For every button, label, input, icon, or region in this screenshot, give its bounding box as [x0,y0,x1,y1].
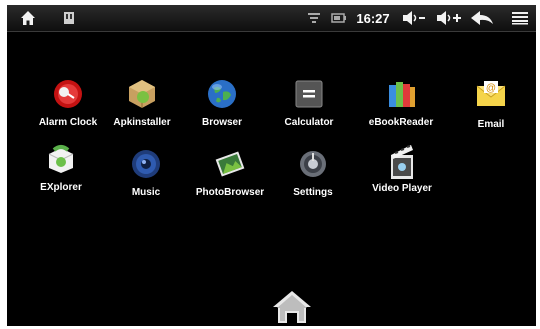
svg-text:@: @ [486,83,496,94]
app-label: Apkinstaller [113,117,171,128]
app-music[interactable]: Music [103,147,189,198]
app-video-player[interactable]: Video Player [359,141,445,194]
home-button[interactable] [271,289,313,325]
app-label: EXplorer [40,182,82,193]
alarm-clock-icon [51,77,85,111]
app-label: Browser [201,117,242,128]
package-icon [125,77,159,111]
battery-icon [329,8,349,28]
app-label: Settings [293,187,333,198]
app-explorer[interactable]: EXplorer [18,142,104,193]
app-settings[interactable]: Settings [270,147,356,198]
back-icon[interactable] [468,8,496,28]
home-icon[interactable] [17,8,39,28]
clock-time: 16:27 [356,10,390,26]
app-label: Email [477,119,505,130]
app-label: Video Player [372,183,432,194]
device-screen: 16:27 Alarm Clock Apkinstaller Browser C… [7,5,536,326]
clapperboard-icon [385,141,419,181]
app-email[interactable]: @ Email [448,77,534,130]
settings-icon [296,147,330,181]
app-photobrowser[interactable]: PhotoBrowser [187,147,273,198]
home-icon [273,291,311,323]
app-label: eBookReader [368,117,434,128]
volume-up-icon[interactable] [434,8,464,28]
app-label: Calculator [284,117,334,128]
app-label: Music [131,187,161,198]
app-calculator[interactable]: Calculator [266,77,352,128]
photo-icon [213,147,247,181]
app-ebookreader[interactable]: eBookReader [358,77,444,128]
books-icon [384,77,418,111]
speaker-icon [129,147,163,181]
app-browser[interactable]: Browser [179,77,265,128]
calculator-icon [292,77,326,111]
status-bar: 16:27 [7,5,536,32]
menu-icon[interactable] [509,8,531,28]
globe-icon [205,77,239,111]
file-explorer-icon [44,142,78,176]
wifi-icon [305,8,323,28]
envelope-icon: @ [474,77,508,111]
app-apkinstaller[interactable]: Apkinstaller [99,77,185,128]
volume-down-icon[interactable] [400,8,428,28]
app-label: PhotoBrowser [195,187,265,198]
storage-icon [59,8,79,28]
